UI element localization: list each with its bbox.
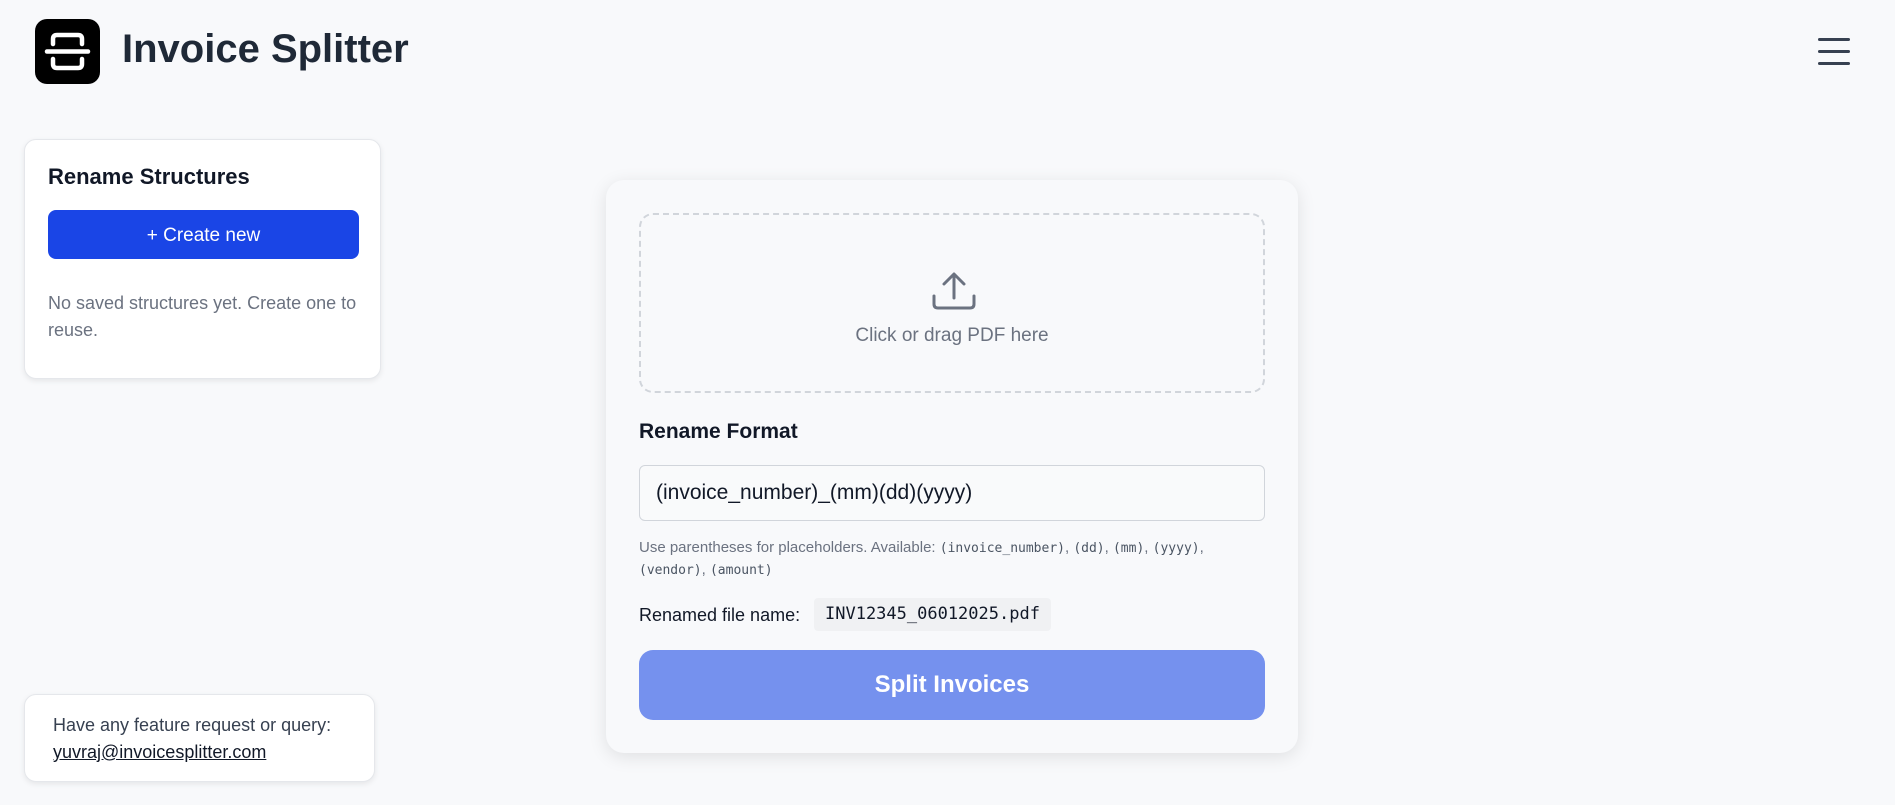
dropzone-text: Click or drag PDF here (855, 325, 1049, 346)
renamed-file-label: Renamed file name: (639, 605, 801, 625)
pdf-dropzone[interactable]: Click or drag PDF here (639, 213, 1265, 393)
placeholder-code: (amount) (709, 563, 773, 578)
rename-format-label: Rename Format (639, 420, 798, 443)
placeholder-code: (vendor) (639, 563, 702, 578)
placeholder-code: (yyyy) (1152, 541, 1200, 556)
placeholder-code: (mm) (1112, 541, 1145, 556)
hint-prefix: Use parentheses for placeholders. Availa… (639, 539, 940, 556)
app-title: Invoice Splitter (122, 27, 409, 71)
rename-format-input[interactable] (639, 465, 1265, 521)
split-invoices-button[interactable]: Split Invoices (639, 650, 1265, 720)
renamed-file-preview: INV12345_06012025.pdf (814, 598, 1051, 631)
scan-document-icon[interactable] (35, 19, 100, 84)
create-new-button[interactable]: + Create new (48, 210, 359, 259)
placeholder-code: (dd) (1073, 541, 1105, 556)
feedback-card: Have any feature request or query: yuvra… (24, 694, 375, 782)
empty-state-message: No saved structures yet. Create one to r… (48, 293, 357, 340)
splitter-form-card: Click or drag PDF here Rename Format Use… (606, 180, 1298, 753)
hamburger-menu-icon[interactable] (1816, 36, 1852, 68)
panel-title: Rename Structures (48, 164, 250, 189)
app-header: Invoice Splitter (0, 0, 1895, 106)
rename-structures-panel: Rename Structures + Create new No saved … (24, 139, 381, 379)
upload-icon (932, 272, 976, 310)
feedback-text: Have any feature request or query: (53, 715, 332, 735)
placeholder-hint: Use parentheses for placeholders. Availa… (639, 539, 1204, 578)
contact-email-link[interactable]: yuvraj@invoicesplitter.com (53, 742, 266, 763)
placeholder-code: (invoice_number) (939, 541, 1065, 556)
